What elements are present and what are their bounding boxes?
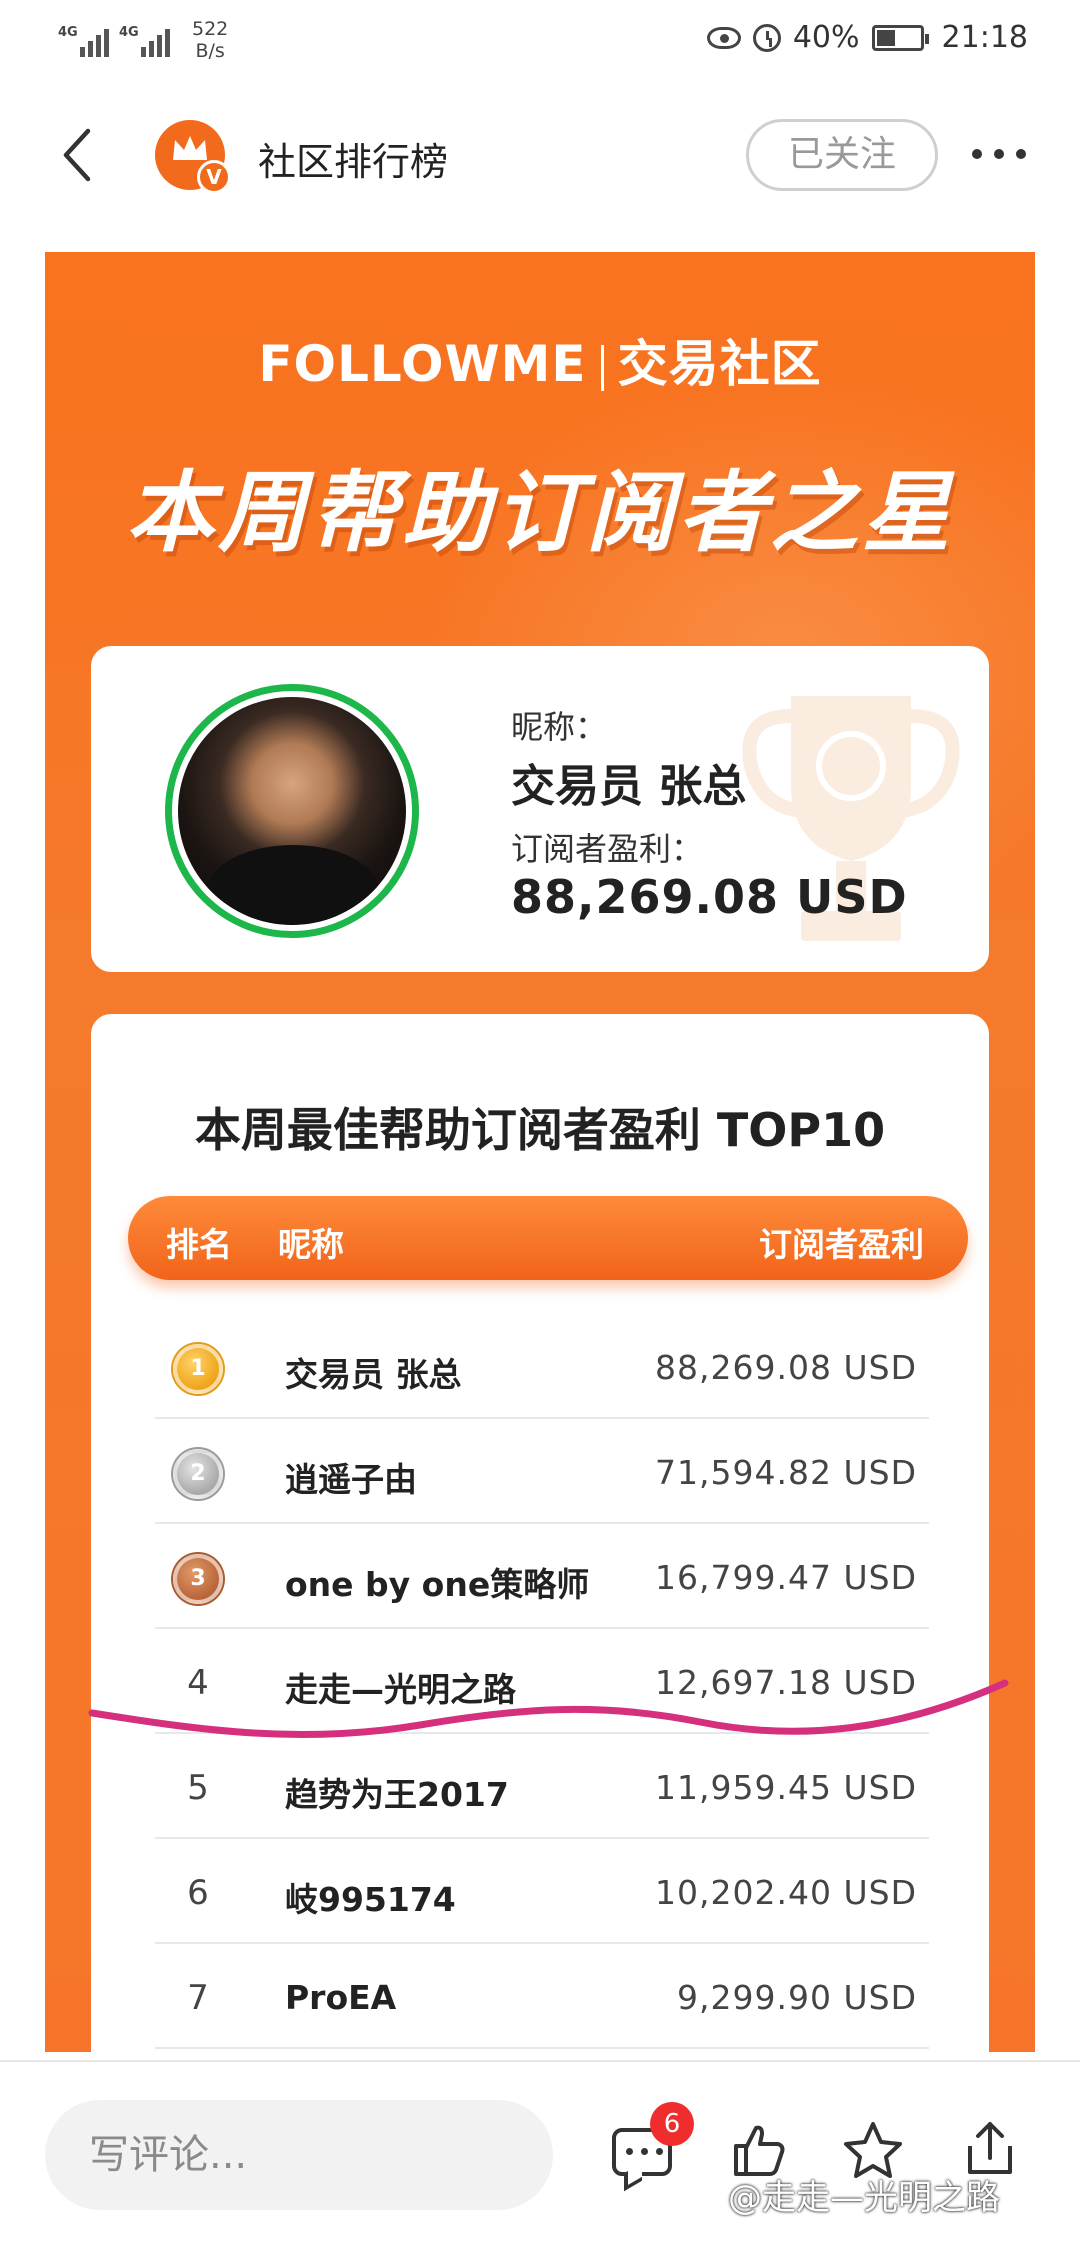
back-icon[interactable] xyxy=(58,125,98,185)
ranking-title: 本周最佳帮助订阅者盈利 TOP10 xyxy=(194,1103,886,1157)
row-profit: 71,594.82 USD xyxy=(655,1453,917,1492)
row-profit: 9,299.90 USD xyxy=(677,1978,917,2017)
col-rank: 排名 xyxy=(166,1225,232,1264)
row-name: one by one策略师 xyxy=(285,1565,590,1604)
row-rank: 7 xyxy=(187,1978,209,2018)
battery-icon xyxy=(871,24,929,51)
row-rank: 6 xyxy=(187,1873,209,1913)
gold-medal-icon: 1 xyxy=(173,1344,223,1394)
banner-title: 本周帮助订阅者之星 xyxy=(125,461,954,564)
brand-line: FOLLOWME 交易社区 xyxy=(45,324,1035,396)
table-row[interactable]: 4 走走—光明之路 12,697.18 USD xyxy=(155,1629,929,1734)
row-profit: 16,799.47 USD xyxy=(655,1558,917,1597)
status-left: 4G 4G 522 B/s xyxy=(58,18,228,62)
share-icon[interactable] xyxy=(962,2118,1018,2178)
alarm-icon xyxy=(752,23,781,52)
ranking-banner: FOLLOWME 交易社区 本周帮助订阅者之星 昵称： 交易员 张总 订阅者盈利：… xyxy=(45,252,1035,2052)
row-name: ProEA xyxy=(285,1978,397,2017)
bronze-medal-icon: 3 xyxy=(173,1554,223,1604)
ranking-table-header: 排名 昵称 订阅者盈利 xyxy=(128,1196,968,1280)
row-name: 走走—光明之路 xyxy=(285,1670,516,1709)
row-name: 岐995174 xyxy=(285,1880,456,1919)
winner-avatar[interactable] xyxy=(165,684,419,938)
brand-suffix: 交易社区 xyxy=(617,335,822,393)
community-logo[interactable]: V xyxy=(155,120,231,194)
row-name: 趋势为王2017 xyxy=(285,1775,509,1814)
col-profit: 订阅者盈利 xyxy=(759,1225,924,1264)
signal-icon-2: 4G xyxy=(119,23,170,57)
row-profit: 88,269.08 USD xyxy=(655,1348,917,1387)
signal-icon: 4G xyxy=(58,23,109,57)
comment-count-badge: 6 xyxy=(650,2102,694,2146)
ranking-list: 1 交易员 张总 88,269.08 USD 2 逍遥子由 71,594.82 … xyxy=(155,1314,929,2049)
table-row[interactable]: 5 趋势为王2017 11,959.45 USD xyxy=(155,1734,929,1839)
comment-input[interactable] xyxy=(45,2100,553,2210)
clock: 21:18 xyxy=(941,20,1028,55)
verified-badge: V xyxy=(197,160,231,194)
page: 4G 4G 522 B/s 40% 21:18 V 社区排行榜 已关注 FOLL… xyxy=(0,0,1080,2244)
more-icon[interactable] xyxy=(972,149,1026,159)
brand-name: FOLLOWME xyxy=(258,335,587,393)
row-profit: 12,697.18 USD xyxy=(655,1663,917,1702)
speed-unit: B/s xyxy=(195,40,225,62)
row-rank: 5 xyxy=(187,1768,209,1808)
winner-profit-label: 订阅者盈利： xyxy=(511,830,704,868)
table-row[interactable]: 1 交易员 张总 88,269.08 USD xyxy=(155,1314,929,1419)
eye-icon xyxy=(706,26,741,49)
col-nickname: 昵称 xyxy=(278,1225,344,1264)
battery-percent: 40% xyxy=(792,20,860,55)
status-right: 40% 21:18 xyxy=(706,20,1028,55)
row-profit: 11,959.45 USD xyxy=(655,1768,917,1807)
follow-button[interactable]: 已关注 xyxy=(746,119,938,191)
table-row[interactable]: 6 岐995174 10,202.40 USD xyxy=(155,1839,929,1944)
winner-nickname: 交易员 张总 xyxy=(511,761,747,812)
network-speed: 522 B/s xyxy=(192,18,228,62)
bottom-action-bar: 6 @走走—光明之路 xyxy=(0,2060,1080,2244)
winner-nickname-label: 昵称： xyxy=(511,708,608,746)
table-row[interactable]: 3 one by one策略师 16,799.47 USD xyxy=(155,1524,929,1629)
watermark: @走走—光明之路 xyxy=(728,2178,1000,2218)
status-bar: 4G 4G 522 B/s 40% 21:18 xyxy=(0,0,1080,80)
table-row[interactable]: 2 逍遥子由 71,594.82 USD xyxy=(155,1419,929,1524)
app-header: V 社区排行榜 已关注 xyxy=(0,95,1080,215)
table-row[interactable]: 7 ProEA 9,299.90 USD xyxy=(155,1944,929,2049)
silver-medal-icon: 2 xyxy=(173,1449,223,1499)
crown-icon xyxy=(173,136,207,160)
network-type-2: 4G xyxy=(119,25,139,40)
ranking-card: 本周最佳帮助订阅者盈利 TOP10 排名 昵称 订阅者盈利 1 交易员 张总 8… xyxy=(91,1014,989,2052)
winner-card[interactable]: 昵称： 交易员 张总 订阅者盈利： 88,269.08 USD xyxy=(91,646,989,972)
row-rank: 4 xyxy=(187,1663,209,1703)
winner-profit: 88,269.08 USD xyxy=(511,870,908,924)
page-title: 社区排行榜 xyxy=(258,140,449,184)
row-name: 逍遥子由 xyxy=(285,1460,417,1499)
speed-value: 522 xyxy=(192,18,229,40)
network-type-1: 4G xyxy=(58,25,78,40)
row-name: 交易员 张总 xyxy=(285,1355,462,1394)
row-profit: 10,202.40 USD xyxy=(655,1873,917,1912)
